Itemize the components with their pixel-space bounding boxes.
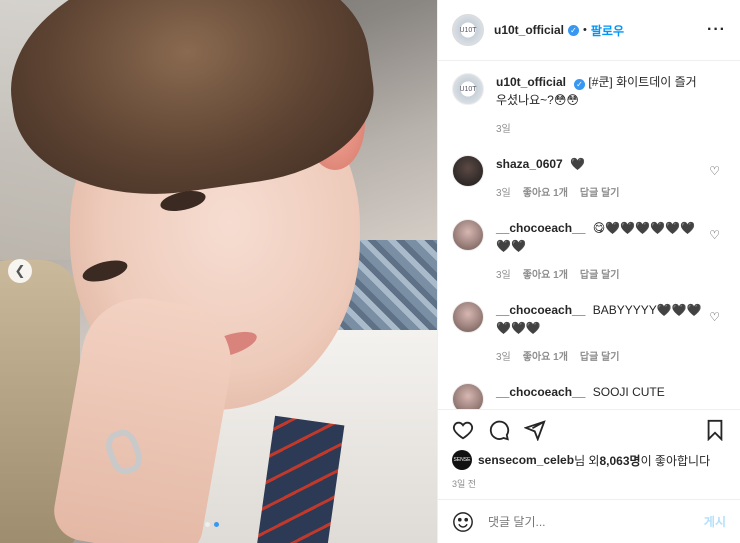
- reply-button[interactable]: 답글 달기: [580, 267, 620, 285]
- separator-dot: •: [583, 24, 587, 36]
- avatar-text: U10T: [459, 26, 477, 34]
- avatar[interactable]: [452, 383, 484, 409]
- carousel-dot-active: [214, 522, 219, 527]
- comments-list[interactable]: U10T u10t_official ✓ [#쿤] 화이트데이 즐거우셨나요~?😳…: [438, 61, 740, 409]
- comment-input[interactable]: [488, 514, 704, 529]
- heart-icon[interactable]: ♡: [709, 228, 720, 242]
- liker-avatar-text: SENSE: [453, 457, 471, 463]
- avatar[interactable]: SENSE: [452, 450, 472, 470]
- post-sidebar: U10T u10t_official ✓ • 팔로우 ··· U10T u10t…: [437, 0, 740, 543]
- follow-button[interactable]: 팔로우: [591, 22, 624, 39]
- caption-username[interactable]: u10t_official: [496, 75, 566, 89]
- comment-username[interactable]: __chocoeach__: [496, 385, 585, 399]
- reply-button[interactable]: 답글 달기: [580, 185, 620, 203]
- comment-likes[interactable]: 좋아요 1개: [523, 349, 568, 367]
- reply-button[interactable]: 답글 달기: [580, 349, 620, 367]
- post-header: U10T u10t_official ✓ • 팔로우 ···: [438, 0, 740, 61]
- action-bar: [438, 409, 740, 449]
- likes-count[interactable]: 8,063명: [599, 452, 640, 469]
- more-icon[interactable]: ···: [707, 21, 726, 39]
- avatar[interactable]: U10T: [452, 73, 484, 105]
- comment-time[interactable]: 3일: [496, 349, 511, 367]
- comment-username[interactable]: __chocoeach__: [496, 221, 585, 235]
- carousel-dot: [205, 522, 210, 527]
- comment-item: __chocoeach__ BABYYYYY🖤🖤🖤🖤🖤🖤 3일 좋아요 1개 답…: [452, 301, 726, 367]
- post-time[interactable]: 3일 전: [438, 471, 740, 499]
- avatar[interactable]: [452, 155, 484, 187]
- comment-time[interactable]: 3일: [496, 267, 511, 285]
- save-icon[interactable]: [704, 419, 726, 441]
- comment-likes[interactable]: 좋아요 1개: [523, 185, 568, 203]
- instagram-post: ❮ U10T u10t_official ✓ • 팔로우 ··· U10T u1…: [0, 0, 740, 543]
- heart-icon[interactable]: ♡: [709, 310, 720, 324]
- chevron-left-icon[interactable]: ❮: [8, 259, 32, 283]
- emoji-icon[interactable]: [452, 511, 474, 533]
- likes-text: 님 외: [574, 453, 600, 468]
- avatar[interactable]: [452, 219, 484, 251]
- comment-text: SOOJI CUTE: [592, 385, 665, 399]
- carousel-dots: [205, 522, 219, 527]
- comment-time[interactable]: 3일: [496, 185, 511, 203]
- heart-icon[interactable]: ♡: [709, 164, 720, 178]
- comment-icon[interactable]: [488, 419, 510, 441]
- comment-username[interactable]: __chocoeach__: [496, 303, 585, 317]
- avatar[interactable]: U10T: [452, 14, 484, 46]
- comment-item: __chocoeach__ 😋🖤🖤🖤🖤🖤🖤🖤🖤 3일 좋아요 1개 답글 달기 …: [452, 219, 726, 285]
- comment-text: 🖤: [570, 157, 586, 171]
- share-icon[interactable]: [524, 419, 546, 441]
- avatar-text: U10T: [459, 85, 477, 93]
- avatar[interactable]: [452, 301, 484, 333]
- liker-username[interactable]: sensecom_celeb: [478, 453, 574, 467]
- comment-item: __chocoeach__ SOOJI CUTE: [452, 383, 726, 409]
- verified-badge-icon: ✓: [574, 79, 586, 90]
- caption-time[interactable]: 3일: [496, 121, 511, 139]
- add-comment-bar: 게시: [438, 499, 740, 543]
- comment-item: shaza_0607 🖤 3일 좋아요 1개 답글 달기 ♡: [452, 155, 726, 203]
- header-username[interactable]: u10t_official: [494, 23, 564, 37]
- comment-likes[interactable]: 좋아요 1개: [523, 267, 568, 285]
- likes-text-end: 이 좋아합니다: [640, 453, 711, 468]
- verified-badge-icon: ✓: [568, 24, 580, 36]
- heart-icon[interactable]: [452, 419, 474, 441]
- likes-summary: SENSE sensecom_celeb 님 외 8,063명 이 좋아합니다: [438, 449, 740, 471]
- comment-username[interactable]: shaza_0607: [496, 157, 563, 171]
- post-photo[interactable]: ❮: [0, 0, 437, 543]
- post-comment-button[interactable]: 게시: [704, 513, 726, 530]
- caption: U10T u10t_official ✓ [#쿤] 화이트데이 즐거우셨나요~?😳…: [452, 73, 726, 139]
